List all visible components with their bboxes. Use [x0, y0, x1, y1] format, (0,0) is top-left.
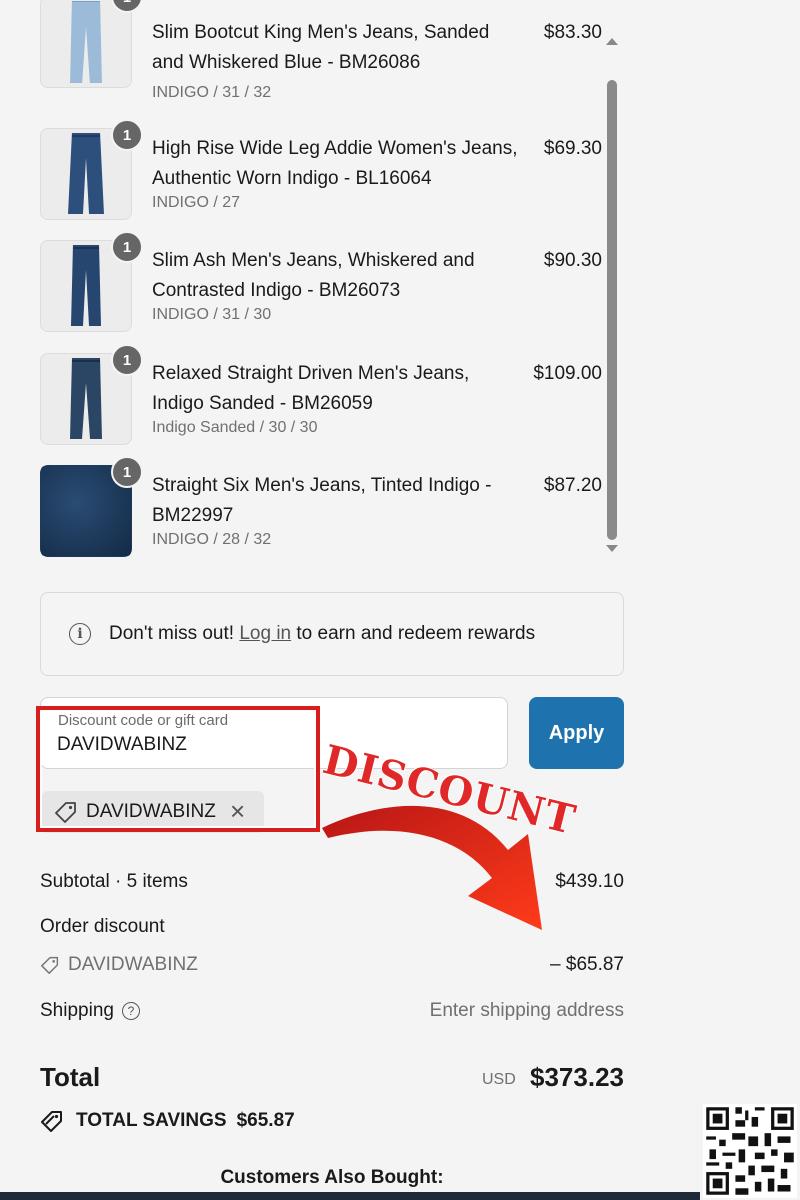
- cart-item: 1 Relaxed Straight Driven Men's Jeans, I…: [40, 344, 624, 453]
- jeans-image: [47, 245, 125, 327]
- total-value: $373.23: [530, 1062, 624, 1092]
- cart-item: 1 Slim Bootcut King Men's Jeans, Sanded …: [40, 0, 624, 106]
- total-currency: USD: [482, 1071, 516, 1088]
- discount-code-display: DAVIDWABINZ: [40, 954, 198, 976]
- product-thumbnail: 1: [40, 456, 143, 557]
- rewards-banner: i Don't miss out! Log in to earn and red…: [40, 592, 624, 676]
- order-discount-row: Order discount: [40, 916, 624, 938]
- discount-code-field[interactable]: Discount code or gift card: [40, 697, 508, 769]
- qr-code-icon: [703, 1104, 797, 1198]
- product-thumbnail: 1: [40, 344, 143, 445]
- cart-scrollbar[interactable]: [602, 30, 622, 560]
- info-icon: i: [69, 623, 91, 645]
- product-thumbnail: 1: [40, 0, 143, 88]
- discount-code-text: DAVIDWABINZ: [68, 954, 198, 975]
- customers-also-bought-heading: Customers Also Bought:: [220, 1167, 444, 1188]
- tag-icon: [41, 956, 59, 974]
- discount-code-input[interactable]: [57, 734, 477, 756]
- product-variant: Indigo Sanded / 30 / 30: [152, 419, 318, 436]
- product-price: $83.30: [543, 22, 602, 43]
- quantity-badge: 1: [111, 231, 143, 263]
- discount-value: – $65.87: [550, 954, 624, 975]
- shipping-value: Enter shipping address: [429, 1000, 624, 1021]
- quantity-badge: 1: [111, 119, 143, 151]
- help-icon[interactable]: ?: [121, 1002, 140, 1020]
- product-variant: INDIGO / 31 / 30: [152, 306, 272, 323]
- cart-item: 1 Slim Ash Men's Jeans, Whiskered and Co…: [40, 231, 624, 340]
- shipping-label: Shipping: [40, 1000, 114, 1021]
- jeans-image: [47, 1, 125, 83]
- cart-item: 1 High Rise Wide Leg Addie Women's Jeans…: [40, 119, 624, 228]
- savings-value: $65.87: [236, 1110, 295, 1131]
- cart-item: 1 Straight Six Men's Jeans, Tinted Indig…: [40, 456, 624, 560]
- product-price: $90.30: [543, 250, 602, 271]
- jeans-image: [47, 358, 125, 440]
- rewards-message: Don't miss out! Log in to earn and redee…: [109, 623, 535, 645]
- scroll-up-arrow-icon[interactable]: [606, 38, 618, 45]
- product-name: Slim Ash Men's Jeans, Whiskered and Cont…: [152, 250, 475, 301]
- product-name: High Rise Wide Leg Addie Women's Jeans, …: [152, 138, 518, 189]
- login-link[interactable]: Log in: [239, 623, 291, 644]
- product-variant: INDIGO / 31 / 32: [152, 84, 272, 101]
- product-thumbnail: 1: [40, 119, 143, 220]
- scroll-down-arrow-icon[interactable]: [606, 545, 618, 552]
- shipping-row: Shipping ? Enter shipping address: [40, 1000, 624, 1022]
- remove-discount-close-icon[interactable]: ×: [230, 797, 245, 825]
- rewards-suffix: to earn and redeem rewards: [291, 623, 536, 644]
- apply-button[interactable]: Apply: [529, 697, 624, 769]
- quantity-badge: 1: [111, 456, 143, 488]
- rewards-prefix: Don't miss out!: [109, 623, 240, 644]
- product-price: $87.20: [543, 475, 602, 496]
- jeans-image: [47, 133, 125, 215]
- product-thumbnail: 1: [40, 231, 143, 332]
- order-discount-label: Order discount: [40, 916, 165, 937]
- applied-discount-code: DAVIDWABINZ: [86, 801, 216, 822]
- cart-items-list: 1 Slim Bootcut King Men's Jeans, Sanded …: [40, 0, 624, 560]
- product-name: Straight Six Men's Jeans, Tinted Indigo …: [152, 475, 492, 526]
- scroll-thumb[interactable]: [607, 80, 617, 540]
- product-variant: INDIGO / 27: [152, 194, 241, 211]
- bottom-bar: [0, 1192, 700, 1200]
- savings-tag-icon: [41, 1111, 62, 1132]
- total-label: Total: [40, 1062, 101, 1092]
- product-variant: INDIGO / 28 / 32: [152, 531, 272, 548]
- discount-field-label: Discount code or gift card: [58, 712, 229, 729]
- subtotal-label: Subtotal · 5 items: [40, 871, 188, 892]
- subtotal-value: $439.10: [555, 871, 624, 892]
- savings-label: TOTAL SAVINGS: [76, 1110, 227, 1131]
- shipping-label-wrap: Shipping ?: [40, 1000, 140, 1022]
- product-name: Relaxed Straight Driven Men's Jeans, Ind…: [152, 363, 470, 414]
- subtotal-row: Subtotal · 5 items $439.10: [40, 871, 624, 893]
- product-name: Slim Bootcut King Men's Jeans, Sanded an…: [152, 22, 490, 73]
- tag-icon: [54, 801, 78, 828]
- quantity-badge: 1: [111, 344, 143, 376]
- applied-discount-chip: DAVIDWABINZ ×: [42, 791, 264, 833]
- total-savings: TOTAL SAVINGS $65.87: [40, 1110, 295, 1132]
- discount-code-row: DAVIDWABINZ – $65.87: [40, 954, 624, 980]
- product-price: $69.30: [543, 138, 602, 159]
- product-price: $109.00: [533, 363, 602, 384]
